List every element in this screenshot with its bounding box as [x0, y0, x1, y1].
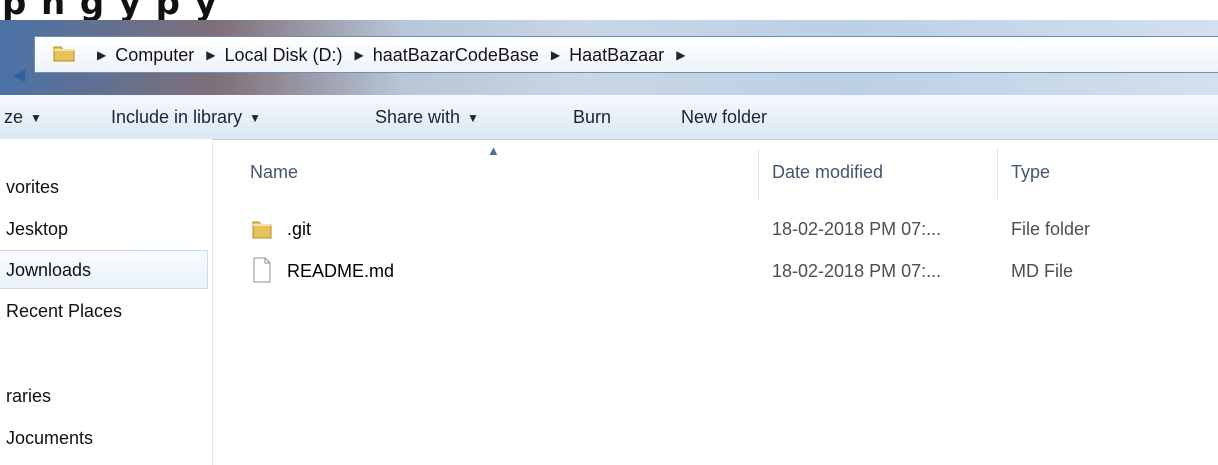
sidebar-item-desktop[interactable]: Jesktop [0, 210, 208, 249]
triangle-down-icon: ▼ [467, 111, 479, 125]
triangle-right-icon[interactable]: ▶ [551, 48, 560, 62]
sidebar-item-downloads[interactable]: Jownloads [0, 250, 208, 289]
table-row[interactable]: .git 18-02-2018 PM 07:... File folder [213, 211, 1218, 248]
breadcrumb-local-disk[interactable]: Local Disk (D:) [225, 45, 343, 66]
triangle-right-icon[interactable]: ▶ [206, 48, 215, 62]
breadcrumb-codebase[interactable]: haatBazarCodeBase [373, 45, 539, 66]
triangle-right-icon[interactable]: ▶ [97, 48, 106, 62]
new-folder-button[interactable]: New folder [681, 105, 767, 129]
triangle-down-icon: ▼ [249, 111, 261, 125]
share-with-button[interactable]: Share with ▼ [375, 105, 479, 129]
sidebar-item-documents[interactable]: Jocuments [0, 419, 208, 458]
navigation-pane: vorites Jesktop Jownloads Recent Places … [0, 139, 213, 465]
column-divider[interactable] [997, 149, 998, 199]
folder-icon [53, 46, 75, 62]
column-header-type[interactable]: Type [1011, 159, 1050, 185]
file-date-modified: 18-02-2018 PM 07:... [772, 219, 942, 239]
triangle-right-icon[interactable]: ▶ [355, 48, 364, 62]
table-row[interactable]: README.md 18-02-2018 PM 07:... MD File [213, 253, 1218, 290]
organize-label: ze [4, 107, 24, 127]
triangle-down-icon: ▼ [30, 111, 42, 125]
burn-button[interactable]: Burn [573, 105, 611, 129]
command-toolbar: ze ▼ Include in library ▼ Share with ▼ Burn… [0, 95, 1218, 140]
sort-up-icon: ▲ [487, 143, 500, 158]
file-name[interactable]: README.md [287, 259, 394, 283]
column-divider[interactable] [758, 149, 759, 199]
column-header-date-modified[interactable]: Date modified [772, 159, 883, 185]
organize-button[interactable]: ze ▼ [4, 105, 42, 129]
share-label: Share with [375, 107, 461, 127]
folder-icon [252, 221, 272, 239]
cropped-page-heading: p n g y p y [0, 0, 1218, 20]
sidebar-item-recent-places[interactable]: Recent Places [0, 292, 208, 331]
column-header-name[interactable]: Name [250, 159, 298, 185]
nav-arrow-icon[interactable]: ◀ [6, 64, 32, 86]
include-label: Include in library [111, 107, 243, 127]
heading-fragment: p n g y p y [2, 0, 219, 20]
sidebar-item-libraries[interactable]: raries [0, 377, 208, 416]
include-in-library-button[interactable]: Include in library ▼ [111, 105, 261, 129]
sidebar-item-favorites[interactable]: vorites [0, 168, 208, 207]
breadcrumb-computer[interactable]: Computer [115, 45, 194, 66]
breadcrumb: ▶ Computer ▶ Local Disk (D:) ▶ haatBazar… [97, 43, 694, 67]
address-bar[interactable]: ▶ Computer ▶ Local Disk (D:) ▶ haatBazar… [34, 36, 1218, 73]
explorer-title-bar: ◀ ▶ Computer ▶ Local Disk (D:) ▶ haatBaz… [0, 20, 1218, 95]
breadcrumb-haatbazaar[interactable]: HaatBazaar [569, 45, 664, 66]
document-icon [253, 257, 271, 283]
file-name[interactable]: .git [287, 217, 311, 241]
file-type: MD File [1011, 261, 1073, 281]
file-type: File folder [1011, 219, 1091, 239]
file-date-modified: 18-02-2018 PM 07:... [772, 261, 942, 281]
triangle-right-icon[interactable]: ▶ [676, 48, 685, 62]
file-list: ▲ Name Date modified Type .git 18-02-201… [213, 139, 1218, 465]
